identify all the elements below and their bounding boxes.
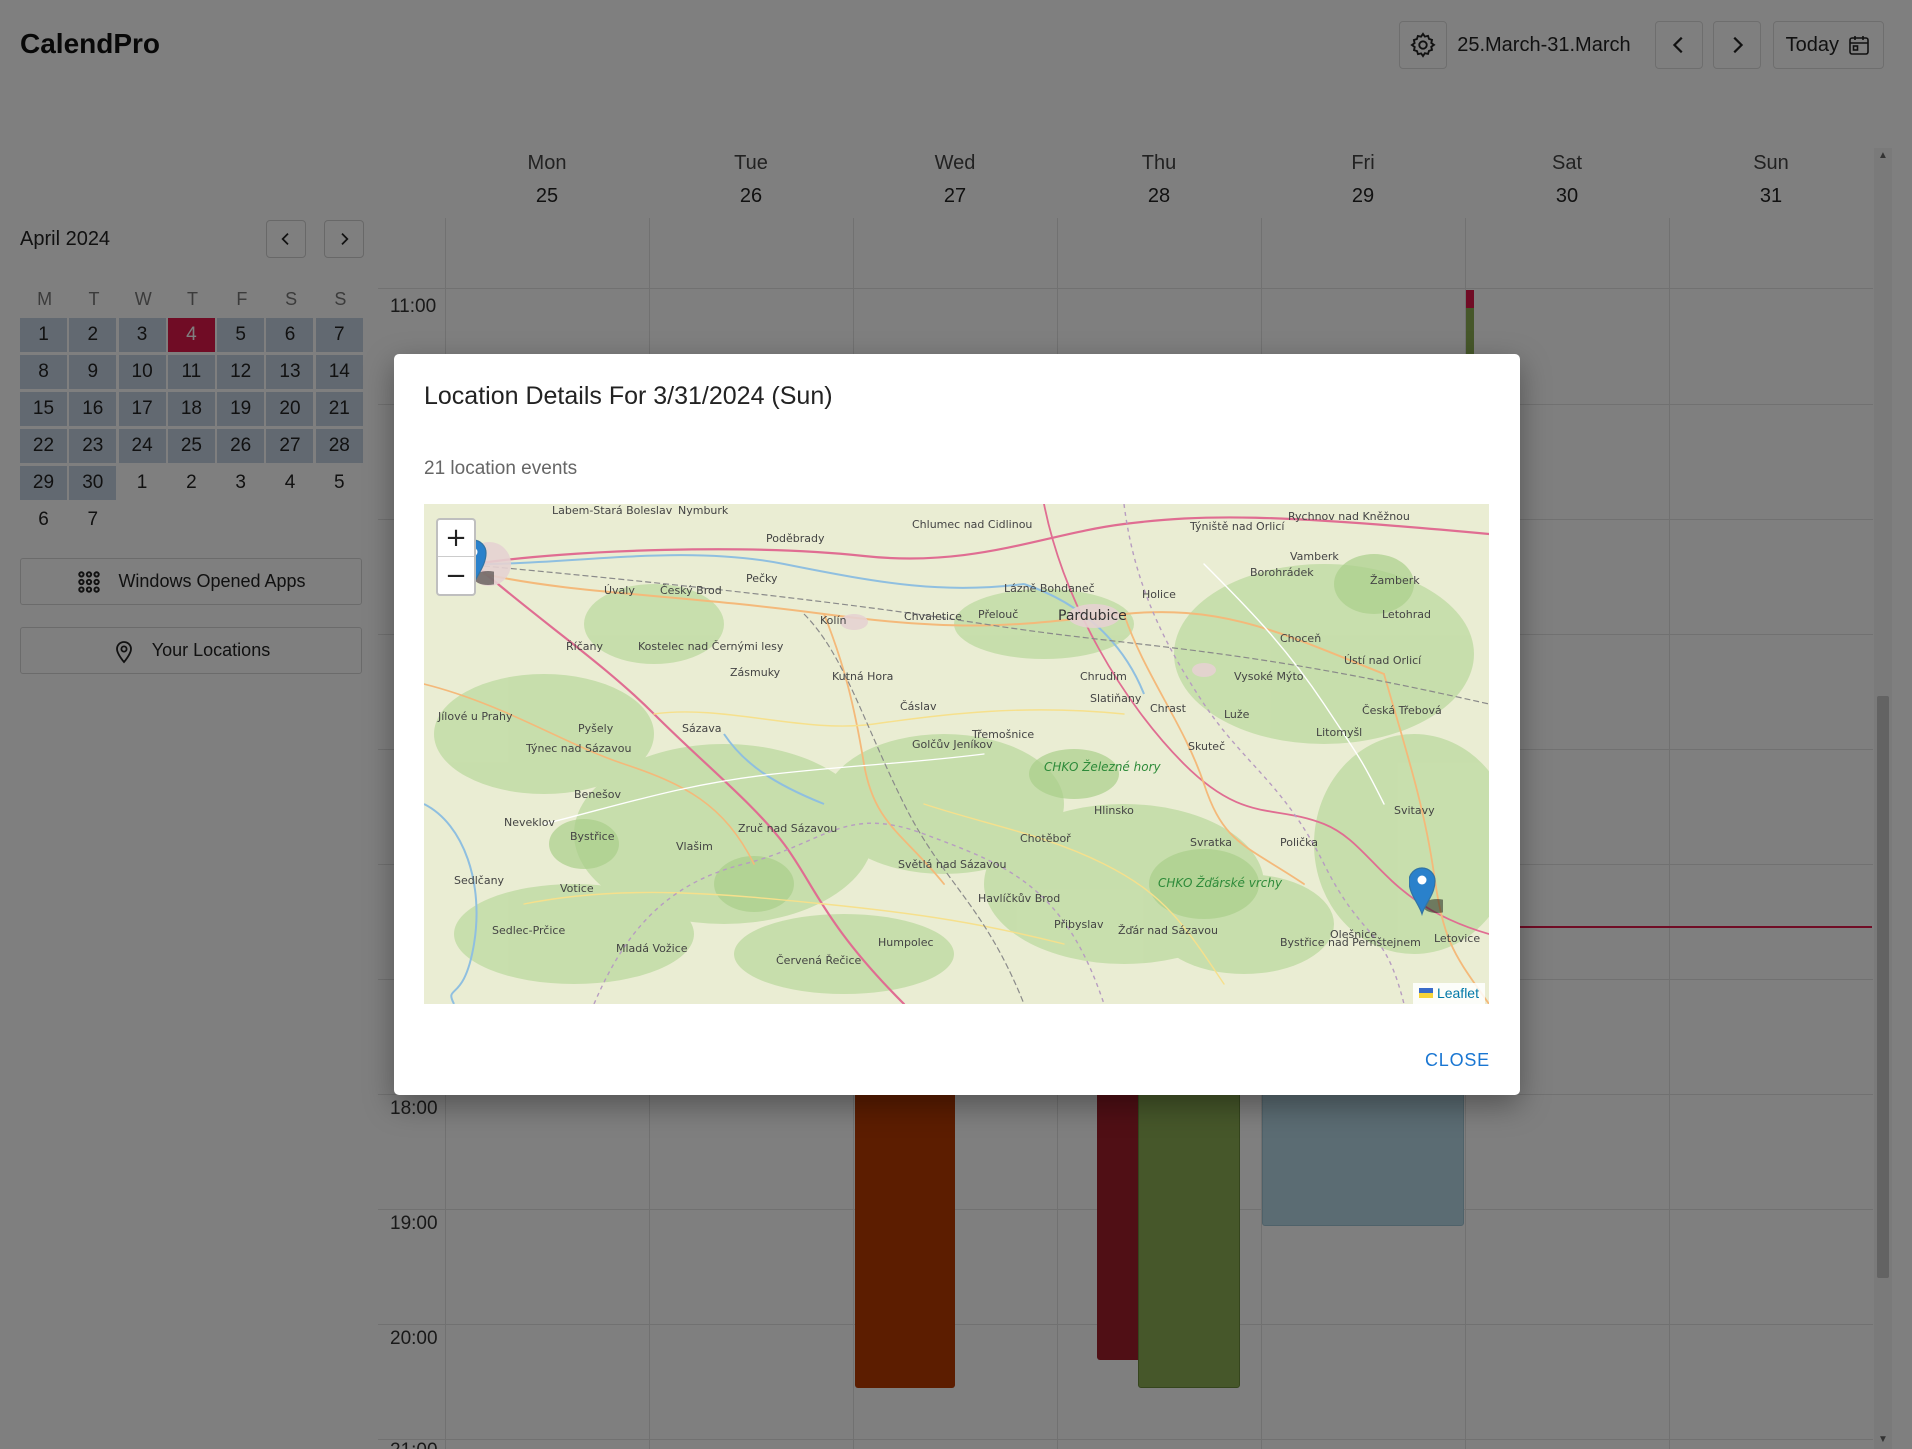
map-place-label: Labem-Stará Boleslav [552, 504, 673, 517]
map-place-label: Letohrad [1382, 608, 1431, 621]
map-place-label: Sedlec-Prčice [492, 924, 566, 937]
map-place-labels: Labem-Stará Boleslav Nymburk Poděbrady Chlu… [424, 504, 1489, 1004]
map-place-label: Rychnov nad Kněžnou [1288, 510, 1410, 523]
map-zoom-control: + − [436, 518, 476, 596]
zoom-out-button[interactable]: − [438, 557, 474, 594]
map-place-label: Zásmuky [730, 666, 781, 679]
map-place-label: Borohrádek [1250, 566, 1314, 579]
map-place-label: Chvaletice [904, 610, 962, 623]
map-place-label: Havlíčkův Brod [978, 892, 1061, 905]
map-place-label: Pyšely [578, 722, 614, 735]
map-place-label: Jílové u Prahy [438, 710, 513, 723]
map-place-label: Říčany [566, 640, 603, 653]
map-place-label: Votice [560, 882, 594, 895]
map-place-label: Pardubice [1058, 608, 1127, 624]
map-place-label: Sedlčany [454, 874, 505, 887]
map-place-label: Žďár nad Sázavou [1118, 924, 1218, 937]
location-map[interactable]: Labem-Stará Boleslav Nymburk Poděbrady Chlu… [424, 504, 1489, 1004]
map-place-label: CHKO Žďárské vrchy [1158, 876, 1283, 890]
map-place-label: Přelouč [978, 608, 1019, 621]
map-place-label: Polička [1280, 836, 1319, 849]
map-place-label: Chotěboř [1020, 832, 1071, 845]
close-dialog-button[interactable]: CLOSE [1425, 1050, 1490, 1071]
map-place-label: Hlinsko [1094, 804, 1134, 817]
map-place-label: Nymburk [678, 504, 729, 517]
map-place-label: Český Brod [660, 584, 722, 597]
map-place-label: Ústí nad Orlicí [1344, 654, 1422, 667]
map-place-label: Luže [1224, 708, 1250, 721]
map-place-label: Sázava [682, 722, 722, 735]
dialog-title: Location Details For 3/31/2024 (Sun) [424, 382, 833, 410]
map-place-label: Bystřice [570, 830, 615, 843]
map-place-label: CHKO Železné hory [1044, 760, 1161, 774]
leaflet-link[interactable]: Leaflet [1437, 985, 1479, 1001]
map-place-label: Přibyslav [1054, 918, 1104, 931]
map-place-label: Chrast [1150, 702, 1186, 715]
map-place-label: Lázně Bohdaneč [1004, 582, 1095, 595]
map-place-label: Svitavy [1394, 804, 1435, 817]
map-place-label: Litomyšl [1316, 726, 1363, 739]
map-place-label: Kolín [820, 614, 847, 627]
map-place-label: Vamberk [1290, 550, 1339, 563]
map-place-label: Vlašim [676, 840, 713, 853]
map-place-label: Neveklov [504, 816, 555, 829]
map-place-label: Letovice [1434, 932, 1481, 945]
map-place-label: Poděbrady [766, 532, 825, 545]
location-events-count: 21 location events [424, 458, 578, 479]
map-place-label: Chrudim [1080, 670, 1127, 683]
map-place-label: Týniště nad Orlicí [1190, 520, 1285, 533]
map-place-label: Golčův Jeníkov [912, 738, 993, 751]
map-place-label: Humpolec [878, 936, 934, 949]
map-place-label: Mladá Vožice [616, 942, 688, 955]
map-place-label: Slatiňany [1090, 692, 1142, 705]
map-place-label: Týnec nad Sázavou [526, 742, 632, 755]
map-place-label: Chlumec nad Cidlinou [912, 518, 1033, 531]
map-place-label: Světlá nad Sázavou [898, 858, 1007, 871]
map-place-label: Vysoké Mýto [1234, 670, 1304, 683]
map-place-label: Česká Třebová [1362, 704, 1442, 717]
map-place-label: Bystřice nad Pernštejnem [1280, 936, 1421, 949]
map-place-label: Zruč nad Sázavou [738, 822, 838, 835]
map-place-label: Benešov [574, 788, 622, 801]
map-place-label: Holice [1142, 588, 1176, 601]
map-place-label: Kutná Hora [832, 670, 894, 683]
location-details-dialog: Location Details For 3/31/2024 (Sun) 21 … [394, 354, 1520, 1095]
map-place-label: Svratka [1190, 836, 1232, 849]
map-attribution[interactable]: Leaflet [1412, 983, 1485, 1004]
map-place-label: Čáslav [900, 700, 937, 713]
map-place-label: Žamberk [1370, 574, 1420, 587]
map-place-label: Červená Řečice [776, 954, 862, 967]
map-place-label: Skuteč [1188, 740, 1226, 753]
map-place-label: Choceň [1280, 632, 1322, 645]
map-place-label: Kostelec nad Černými lesy [638, 640, 784, 653]
map-place-label: Pečky [746, 572, 778, 585]
zoom-in-button[interactable]: + [438, 520, 474, 557]
flag-icon [1418, 988, 1433, 998]
map-marker-icon[interactable] [1409, 866, 1443, 916]
map-place-label: Úvaly [604, 584, 635, 597]
